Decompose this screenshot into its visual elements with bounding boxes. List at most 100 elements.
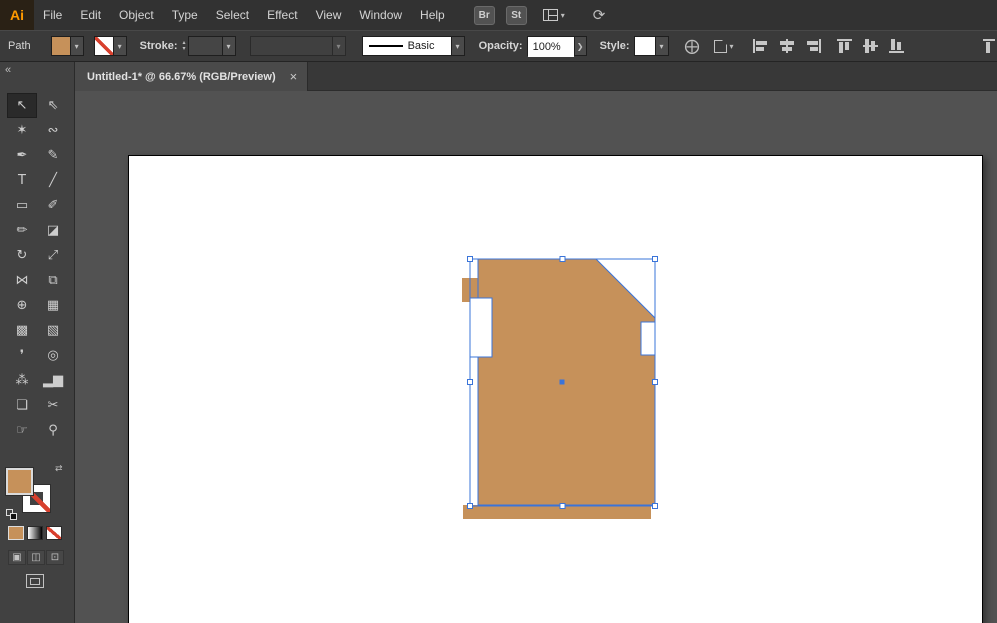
width-tool[interactable]: ⋈: [7, 268, 37, 293]
pen-tool[interactable]: ✒: [7, 143, 37, 168]
eraser-tool[interactable]: ◪: [38, 218, 68, 243]
graphic-style-combo[interactable]: ▾: [633, 36, 669, 56]
menu-edit[interactable]: Edit: [71, 0, 110, 30]
draw-behind-button[interactable]: ◫: [27, 550, 45, 565]
hand-tool[interactable]: ☞: [7, 418, 37, 443]
slice-tool[interactable]: ✂: [38, 393, 68, 418]
align-horizontal-center-button[interactable]: [778, 38, 796, 54]
graphic-style-swatch[interactable]: [634, 37, 655, 55]
app-logo-icon: Ai: [0, 0, 34, 30]
stroke-style-value: Basic: [407, 40, 435, 52]
document-tab-bar: Untitled-1* @ 66.67% (RGB/Preview) ×: [75, 62, 997, 91]
stroke-line-icon: [368, 45, 403, 47]
stroke-weight-value: [189, 37, 222, 55]
menu-window[interactable]: Window: [350, 0, 411, 30]
align-top-button[interactable]: [836, 38, 854, 54]
align-left-button[interactable]: [752, 38, 770, 54]
fill-color-combo[interactable]: ▾: [50, 36, 84, 56]
align-vertical-center-button[interactable]: [862, 38, 880, 54]
pencil-tool[interactable]: ✏: [7, 218, 37, 243]
draw-inside-button[interactable]: ⊡: [46, 550, 64, 565]
draw-mode-row: ▣ ◫ ⊡: [8, 550, 65, 565]
curvature-tool[interactable]: ✎: [38, 143, 68, 168]
direct-selection-tool[interactable]: ⇖: [38, 93, 68, 118]
recolor-artwork-icon[interactable]: ⨁: [685, 37, 700, 55]
illustrator-window: Ai File Edit Object Type Select Effect V…: [0, 0, 997, 623]
rotate-tool[interactable]: ↻: [7, 243, 37, 268]
default-fill-stroke-icon[interactable]: [6, 509, 18, 521]
perspective-grid-tool[interactable]: ▦: [38, 293, 68, 318]
align-bottom-button[interactable]: [888, 38, 906, 54]
opacity-field[interactable]: 100% ❯: [526, 36, 587, 57]
stroke-weight-dropdown[interactable]: ▾: [187, 36, 236, 56]
gradient-tool[interactable]: ▧: [38, 318, 68, 343]
canvas-area[interactable]: [75, 91, 997, 623]
chevron-down-icon: ▾: [560, 10, 565, 20]
selection-handle-bottom-left[interactable]: [467, 503, 473, 509]
control-bar: Path ▾ ▾ Stroke: ▴ ▾ ▾ ▾ Basic ▾ Opacity…: [0, 30, 997, 62]
column-graph-tool[interactable]: ▂▆: [38, 368, 68, 393]
tools-grid: ↖ ⇖ ✶ ∾ ✒ ✎ T ╱ ▭ ✐ ✏ ◪ ↻ ⤢ ⋈ ⧉ ⊕ ▦ ▩ ▧ …: [0, 93, 75, 443]
lasso-tool[interactable]: ∾: [38, 118, 68, 143]
fill-indicator[interactable]: [5, 467, 34, 496]
stock-button[interactable]: St: [505, 5, 527, 25]
artwork-bottom-strip[interactable]: [463, 505, 651, 519]
free-transform-tool[interactable]: ⧉: [38, 268, 68, 293]
selection-handle-mid-left[interactable]: [467, 379, 473, 385]
mesh-tool[interactable]: ▩: [7, 318, 37, 343]
eyedropper-tool[interactable]: ❜: [7, 343, 37, 368]
chevron-down-icon: ▾: [654, 37, 668, 55]
scale-tool[interactable]: ⤢: [38, 243, 68, 268]
zoom-tool[interactable]: ⚲: [38, 418, 68, 443]
menu-view[interactable]: View: [307, 0, 351, 30]
opacity-label: Opacity:: [478, 40, 523, 52]
stroke-weight-stepper[interactable]: ▴ ▾: [183, 40, 186, 52]
stroke-label: Stroke:: [139, 40, 178, 52]
workspace-switcher[interactable]: ▾: [542, 9, 565, 21]
fill-color-swatch[interactable]: [51, 37, 70, 55]
shape-builder-tool[interactable]: ⊕: [7, 293, 37, 318]
swap-fill-stroke-icon[interactable]: ⇄: [55, 464, 63, 474]
paintbrush-tool[interactable]: ✐: [38, 193, 68, 218]
selection-tool[interactable]: ↖: [7, 93, 37, 118]
screen-mode-button[interactable]: [26, 574, 44, 588]
close-icon[interactable]: ×: [290, 70, 298, 83]
distribute-button[interactable]: [982, 38, 997, 54]
stroke-color-combo[interactable]: ▾: [93, 36, 127, 56]
stroke-style-combo[interactable]: Basic ▾: [361, 36, 465, 56]
apply-gradient-button[interactable]: [27, 526, 43, 540]
artboard-tool[interactable]: ❏: [7, 393, 37, 418]
magic-wand-tool[interactable]: ✶: [7, 118, 37, 143]
selection-handle-top-center[interactable]: [559, 256, 566, 262]
document-setup-dropdown[interactable]: ▾: [713, 39, 734, 53]
symbol-sprayer-tool[interactable]: ⁂: [7, 368, 37, 393]
draw-normal-button[interactable]: ▣: [8, 550, 26, 565]
menu-effect[interactable]: Effect: [258, 0, 306, 30]
selection-handle-bottom-center[interactable]: [559, 503, 566, 509]
bridge-button[interactable]: Br: [473, 5, 495, 25]
collapse-panel-button[interactable]: «: [5, 64, 11, 76]
selection-handle-bottom-right[interactable]: [652, 503, 658, 509]
menu-select[interactable]: Select: [207, 0, 258, 30]
artwork-shape-body[interactable]: [477, 258, 656, 506]
menu-file[interactable]: File: [34, 0, 71, 30]
line-segment-tool[interactable]: ╱: [38, 168, 68, 193]
apply-color-button[interactable]: [8, 526, 24, 540]
document-tab[interactable]: Untitled-1* @ 66.67% (RGB/Preview) ×: [75, 62, 309, 91]
sync-settings-icon[interactable]: ⟳: [593, 6, 606, 24]
selection-handle-mid-right[interactable]: [652, 379, 658, 385]
menu-help[interactable]: Help: [411, 0, 454, 30]
menu-object[interactable]: Object: [110, 0, 163, 30]
opacity-value[interactable]: 100%: [527, 37, 574, 57]
apply-none-button[interactable]: [46, 526, 62, 540]
type-tool[interactable]: T: [7, 168, 37, 193]
chevron-right-icon[interactable]: ❯: [573, 37, 586, 55]
stroke-none-swatch[interactable]: [94, 37, 113, 55]
stepper-down-icon[interactable]: ▾: [183, 46, 186, 52]
align-right-button[interactable]: [804, 38, 822, 54]
rectangle-tool[interactable]: ▭: [7, 193, 37, 218]
blend-tool[interactable]: ◎: [38, 343, 68, 368]
selection-handle-top-right[interactable]: [652, 256, 658, 262]
menu-type[interactable]: Type: [163, 0, 207, 30]
selection-handle-top-left[interactable]: [467, 256, 473, 262]
